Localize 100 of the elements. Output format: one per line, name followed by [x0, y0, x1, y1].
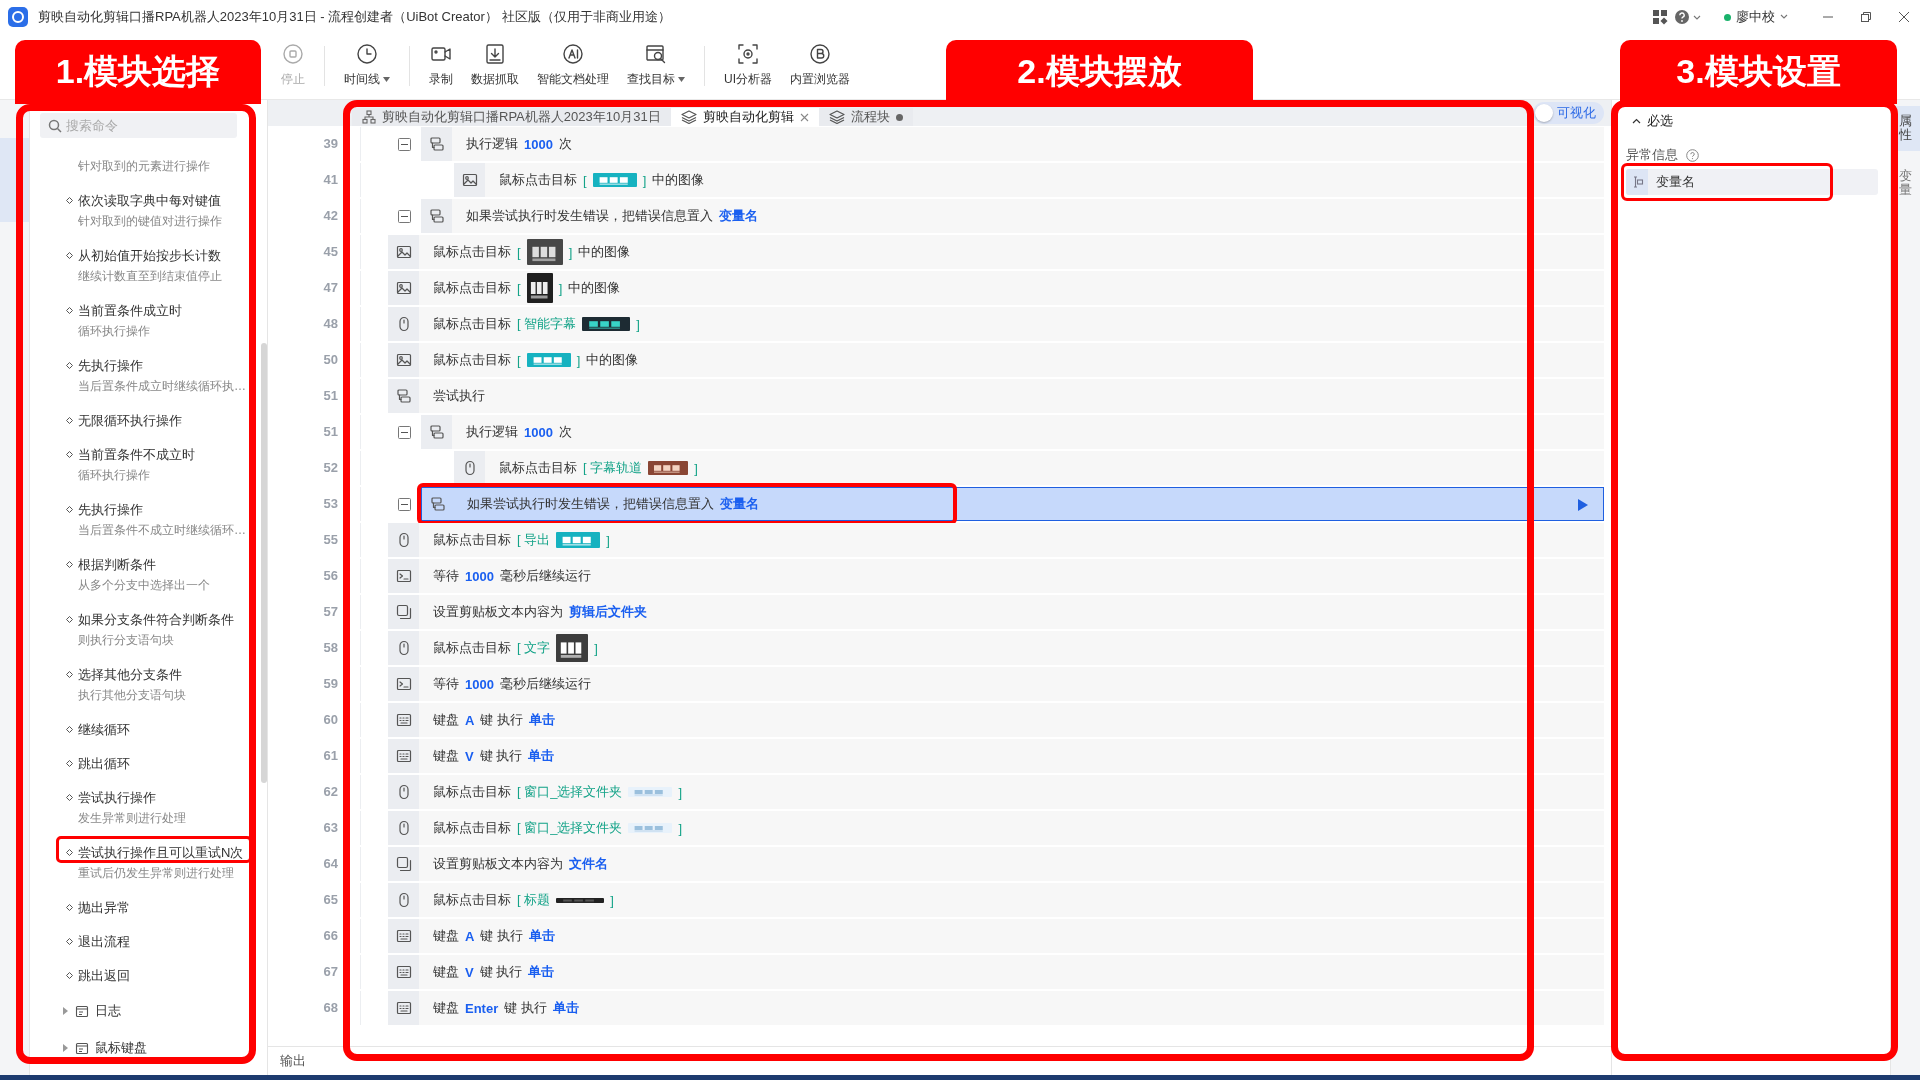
statement-row[interactable]: 鼠标点击目标 [ ] 中的图像 [388, 271, 1604, 305]
command-title[interactable]: 当前置条件不成立时 [78, 444, 195, 465]
statement-row[interactable]: 鼠标点击目标 [ 标题 ] [388, 883, 1604, 917]
scrollbar-thumb[interactable] [261, 343, 267, 783]
command-title[interactable]: 从初始值开始按步长计数 [78, 245, 221, 266]
ai-circle-icon [562, 43, 584, 65]
collapse-icon[interactable] [398, 137, 411, 151]
statement-row[interactable]: 鼠标点击目标 [ 导出 ] [388, 523, 1604, 557]
statement-text: 次 [558, 135, 572, 153]
statement-row[interactable]: 键盘 A 键 执行 单击 [388, 703, 1604, 737]
side-tab[interactable]: 变量 [1891, 160, 1920, 206]
line-number: 55 [322, 531, 339, 549]
value-text: 单击 [529, 927, 555, 945]
toolbar-button[interactable]: 时间线 [335, 34, 399, 88]
close-icon[interactable] [1898, 11, 1910, 23]
tree-node-label[interactable]: 日志 [95, 1000, 121, 1021]
command-title[interactable]: 依次读取字典中每对键值 [78, 190, 221, 211]
keyboard-icon [395, 964, 412, 980]
toolbar-button[interactable]: 查找目标 [618, 34, 694, 88]
command-title[interactable]: 当前置条件成立时 [78, 300, 182, 321]
restore-icon[interactable] [1860, 11, 1872, 23]
command-title[interactable]: 尝试执行操作且可以重试N次 [78, 842, 244, 863]
editor-tab[interactable]: 流程块 [818, 108, 913, 126]
command-title[interactable]: 跳出返回 [78, 965, 130, 986]
command-title[interactable]: 先执行操作 [78, 355, 143, 376]
user-menu[interactable]: 廖中校 [1722, 6, 1790, 28]
editor-tab[interactable]: 剪映自动化剪辑 [670, 108, 819, 126]
statement-row[interactable]: 设置剪贴板文本内容为 文件名 [388, 847, 1604, 881]
statement-row[interactable]: 鼠标点击目标 [ 窗口_选择文件夹 ] [388, 775, 1604, 809]
diamond-icon [66, 972, 73, 979]
command-title[interactable]: 尝试执行操作 [78, 787, 156, 808]
target-text: ] [594, 640, 598, 656]
statement-text: 等待 [433, 567, 459, 585]
statement-row[interactable]: 执行逻辑 1000 次 [421, 127, 1604, 161]
value-text: 1000 [524, 136, 553, 152]
list-icon [75, 1003, 89, 1018]
search-field[interactable]: 搜索命令 [40, 113, 237, 138]
caret-icon[interactable] [62, 1006, 69, 1015]
statement-row[interactable]: 鼠标点击目标 [ ] 中的图像 [388, 235, 1604, 269]
command-title[interactable]: 抛出异常 [78, 897, 130, 918]
command-description: 从多个分支中选择出一个 [77, 577, 211, 594]
value-text: A [465, 928, 475, 944]
statement-row[interactable]: 等待 1000 毫秒后继续运行 [388, 559, 1604, 593]
list-icon [75, 1040, 89, 1055]
command-title[interactable]: 跳出循环 [78, 753, 130, 774]
statement-row[interactable]: 鼠标点击目标 [ ] 中的图像 [388, 343, 1604, 377]
statement-row[interactable]: 鼠标点击目标 [ ] 中的图像 [454, 163, 1604, 197]
statement-row[interactable]: 键盘 V 键 执行 单击 [388, 955, 1604, 989]
statement-text: 键 执行 [480, 927, 523, 945]
statement-row[interactable]: 尝试执行 [388, 379, 1604, 413]
toolbar-button[interactable]: UI分析器 [715, 34, 781, 88]
statement-row[interactable]: 设置剪贴板文本内容为 剪辑后文件夹 [388, 595, 1604, 629]
statement-text: 键盘 [433, 711, 459, 729]
command-title[interactable]: 选择其他分支条件 [78, 664, 182, 685]
output-tab[interactable]: 输出 [280, 1052, 306, 1070]
statement-row[interactable]: 如果尝试执行时发生错误，把错误信息置入 变量名 [421, 487, 1604, 521]
close-icon[interactable] [799, 112, 809, 122]
command-title[interactable]: 先执行操作 [78, 499, 143, 520]
statement-text: 键 执行 [480, 711, 523, 729]
editor-tab[interactable]: 剪映自动化剪辑口播RPA机器人2023年10月31日 [352, 108, 671, 126]
toolbar-button[interactable]: 数据抓取 [462, 34, 528, 88]
run-icon[interactable] [1577, 498, 1589, 512]
statement-row[interactable]: 如果尝试执行时发生错误，把错误信息置入 变量名 [421, 199, 1604, 233]
statement-row[interactable]: 键盘 Enter 键 执行 单击 [388, 991, 1604, 1025]
statement-row[interactable]: 键盘 V 键 执行 单击 [388, 739, 1604, 773]
toolbar-button[interactable]: 内置浏览器 [781, 34, 859, 88]
visual-toggle[interactable]: 可视化 [1533, 102, 1604, 124]
target-text: [ 文字 [517, 639, 551, 657]
statement-row[interactable]: 鼠标点击目标 [ 窗口_选择文件夹 ] [388, 811, 1604, 845]
command-title[interactable]: 无限循环执行操作 [78, 410, 182, 431]
statement-row[interactable]: 键盘 A 键 执行 单击 [388, 919, 1604, 953]
apps-icon[interactable] [1652, 9, 1668, 25]
collapse-icon[interactable] [398, 425, 411, 439]
command-title[interactable]: 继续循环 [78, 719, 130, 740]
value-text: 剪辑后文件夹 [569, 603, 647, 621]
help-icon[interactable] [1686, 148, 1699, 162]
statement-row[interactable]: 等待 1000 毫秒后继续运行 [388, 667, 1604, 701]
diamond-icon [66, 794, 73, 801]
variable-field[interactable]: 变量名 [1626, 169, 1878, 195]
command-title[interactable]: 如果分支条件符合判断条件 [78, 609, 234, 630]
section-header[interactable]: 必选 [1626, 112, 1673, 130]
toolbar-button[interactable]: 智能文档处理 [528, 34, 618, 88]
collapse-icon[interactable] [398, 497, 411, 511]
value-text: 1000 [465, 568, 494, 584]
toolbar-button[interactable]: 录制 [420, 34, 462, 88]
tree-node-label[interactable]: 鼠标键盘 [95, 1037, 147, 1058]
command-title[interactable]: 退出流程 [78, 931, 130, 952]
statement-row[interactable]: 执行逻辑 1000 次 [421, 415, 1604, 449]
command-description: 继续计数直至到结束值停止 [77, 268, 223, 285]
statement-row[interactable]: 鼠标点击目标 [ 字幕轨道 ] [454, 451, 1604, 485]
collapse-icon[interactable] [398, 209, 411, 223]
command-title[interactable]: 根据判断条件 [78, 554, 156, 575]
help-icon[interactable] [1674, 9, 1702, 25]
statement-row[interactable]: 鼠标点击目标 [ 智能字幕 ] [388, 307, 1604, 341]
caret-icon[interactable] [62, 1043, 69, 1052]
value-text: 变量名 [719, 207, 758, 225]
statement-row[interactable]: 鼠标点击目标 [ 文字 ] [388, 631, 1604, 665]
target-text: [ 窗口_选择文件夹 [517, 783, 623, 801]
statement-text: 键 执行 [479, 747, 523, 765]
line-number: 47 [322, 279, 339, 297]
